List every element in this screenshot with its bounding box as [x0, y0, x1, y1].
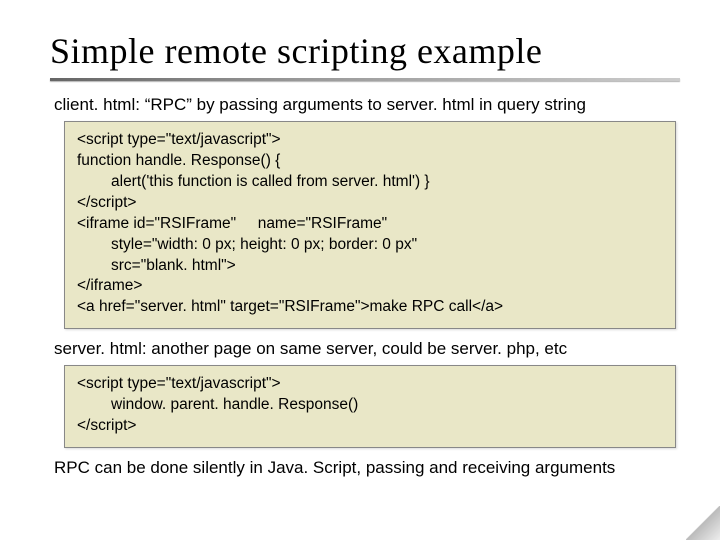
page-corner-fold-icon [686, 506, 720, 540]
code-line: </script> [77, 416, 663, 437]
code-line: src="blank. html"> [77, 256, 663, 277]
code-line: style="width: 0 px; height: 0 px; border… [77, 235, 663, 256]
code-line: <a href="server. html" target="RSIFrame"… [77, 297, 663, 318]
code-line: </script> [77, 193, 663, 214]
server-heading: server. html: another page on same serve… [54, 339, 676, 359]
server-code-block: <script type="text/javascript"> window. … [64, 365, 676, 448]
client-code-block: <script type="text/javascript"> function… [64, 121, 676, 329]
code-line: <iframe id="RSIFrame" name="RSIFrame" [77, 214, 663, 235]
code-line: </iframe> [77, 276, 663, 297]
title-underline [50, 78, 680, 81]
code-line: alert('this function is called from serv… [77, 172, 663, 193]
code-line: <script type="text/javascript"> [77, 374, 663, 395]
code-line: <script type="text/javascript"> [77, 130, 663, 151]
footer-note: RPC can be done silently in Java. Script… [54, 458, 680, 478]
page-title: Simple remote scripting example [50, 30, 680, 72]
slide: Simple remote scripting example client. … [0, 0, 720, 498]
code-line: window. parent. handle. Response() [77, 395, 663, 416]
client-heading: client. html: “RPC” by passing arguments… [54, 95, 676, 115]
code-line: function handle. Response() { [77, 151, 663, 172]
